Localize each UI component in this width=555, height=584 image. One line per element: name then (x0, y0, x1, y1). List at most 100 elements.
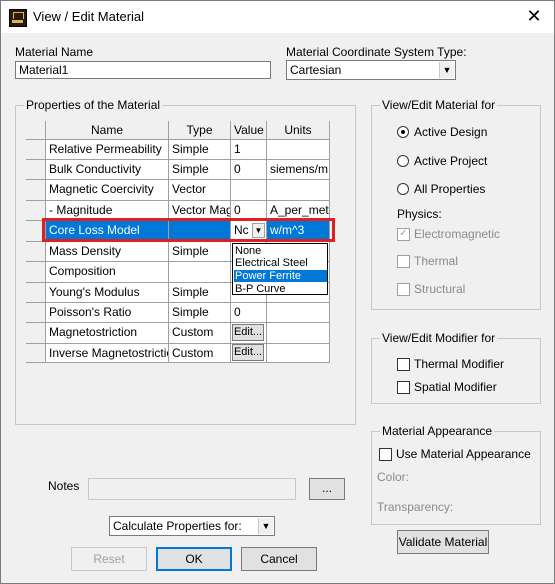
property-type[interactable]: Custom (169, 344, 231, 363)
col-header-type: Type (169, 121, 231, 140)
row-header[interactable] (26, 323, 46, 344)
property-value-cell: Edit... (231, 323, 267, 344)
ok-button[interactable]: OK (156, 547, 232, 571)
properties-group-title: Properties of the Material (24, 98, 163, 112)
notes-input[interactable] (88, 478, 296, 500)
property-type[interactable]: Simple (169, 303, 231, 323)
calculate-properties-select[interactable]: Calculate Properties for: ▼ (109, 516, 275, 536)
transparency-label: Transparency: (377, 500, 454, 514)
reset-button[interactable]: Reset (71, 547, 147, 571)
window-title: View / Edit Material (33, 9, 145, 24)
dropdown-option-bp-curve[interactable]: B-P Curve (234, 283, 327, 295)
dropdown-option-power-ferrite[interactable]: Power Ferrite (234, 270, 327, 282)
appearance-group-title: Material Appearance (380, 424, 495, 438)
col-header-value: Value (231, 121, 267, 140)
col-header-name: Name (46, 121, 169, 140)
checkbox-label-spatial-modifier: Spatial Modifier (414, 380, 497, 394)
radio-label-active-design: Active Design (414, 125, 488, 139)
material-name-label: Material Name (15, 45, 94, 59)
row-header[interactable] (26, 242, 46, 262)
checkbox-electromagnetic[interactable]: ✓ (397, 228, 410, 241)
radio-active-design[interactable] (397, 126, 409, 138)
property-value[interactable] (231, 180, 267, 201)
close-button[interactable]: ✕ (522, 5, 546, 27)
cancel-button[interactable]: Cancel (241, 547, 317, 571)
property-type[interactable]: Custom (169, 323, 231, 344)
property-value[interactable]: 0 (231, 160, 267, 180)
modifier-group: View/Edit Modifier for (371, 331, 541, 404)
magnetostriction-edit-button[interactable]: Edit... (232, 324, 264, 341)
view-edit-for-title: View/Edit Material for (380, 98, 498, 112)
property-name: Poisson's Ratio (46, 303, 169, 323)
radio-label-active-project: Active Project (414, 154, 488, 168)
material-name-input[interactable]: Material1 (15, 61, 271, 79)
property-type[interactable] (169, 262, 231, 283)
radio-label-all-properties: All Properties (414, 182, 486, 196)
property-units[interactable] (267, 180, 330, 201)
property-type[interactable]: Simple (169, 283, 231, 303)
dialog-window: View / Edit Material ✕ Material Name Mat… (0, 0, 555, 584)
checkbox-label-electromagnetic: Electromagnetic (414, 227, 501, 241)
property-units[interactable] (267, 344, 330, 363)
property-value-cell: Edit... (231, 344, 267, 363)
row-header[interactable] (26, 344, 46, 363)
row-header[interactable] (26, 303, 46, 323)
validate-material-button[interactable]: Validate Material (397, 530, 489, 554)
property-name: Young's Modulus (46, 283, 169, 303)
checkbox-label-thermal-modifier: Thermal Modifier (414, 357, 505, 371)
row-header[interactable] (26, 160, 46, 180)
checkbox-thermal-modifier[interactable] (397, 358, 410, 371)
dropdown-option-none[interactable]: None (234, 245, 327, 257)
core-loss-highlight-box (42, 218, 335, 242)
chevron-down-icon: ▼ (439, 62, 454, 78)
property-name: Magnetic Coercivity (46, 180, 169, 201)
radio-active-project[interactable] (397, 155, 409, 167)
property-type[interactable]: Simple (169, 160, 231, 180)
properties-table: Name Type Value Units Relative Permeabil… (26, 121, 330, 363)
property-units[interactable] (267, 303, 330, 323)
physics-label: Physics: (397, 207, 442, 221)
property-name: Mass Density (46, 242, 169, 262)
property-name: Bulk Conductivity (46, 160, 169, 180)
title-bar: View / Edit Material ✕ (1, 1, 554, 33)
property-type[interactable]: Simple (169, 242, 231, 262)
chevron-down-icon: ▼ (258, 518, 273, 534)
row-header[interactable] (26, 180, 46, 201)
property-name: Relative Permeability (46, 140, 169, 160)
coord-system-select[interactable]: Cartesian ▼ (286, 60, 456, 80)
checkbox-structural[interactable] (397, 283, 410, 296)
color-label: Color: (377, 470, 410, 484)
checkbox-spatial-modifier[interactable] (397, 381, 410, 394)
notes-label: Notes (48, 479, 80, 493)
row-header[interactable] (26, 140, 46, 160)
property-value[interactable]: 1 (231, 140, 267, 160)
checkbox-label-thermal: Thermal (414, 254, 459, 268)
property-value[interactable]: 0 (231, 303, 267, 323)
inverse-magnetostriction-edit-button[interactable]: Edit... (232, 344, 264, 361)
property-type[interactable]: Simple (169, 140, 231, 160)
property-units[interactable] (267, 140, 330, 160)
checkbox-label-use-appearance: Use Material Appearance (396, 447, 531, 461)
property-units[interactable]: siemens/m (267, 160, 330, 180)
notes-browse-button[interactable]: ... (309, 478, 345, 500)
property-name: Inverse Magnetostriction (46, 344, 169, 363)
row-header[interactable] (26, 262, 46, 283)
modifier-group-title: View/Edit Modifier for (380, 331, 498, 345)
radio-all-properties[interactable] (397, 183, 409, 195)
app-icon (9, 9, 27, 27)
core-loss-dropdown-list: None Electrical Steel Power Ferrite B-P … (232, 243, 328, 295)
dropdown-option-electrical-steel[interactable]: Electrical Steel (234, 257, 327, 269)
col-header-units: Units (267, 121, 330, 140)
coord-system-label: Material Coordinate System Type: (286, 45, 467, 59)
checkbox-use-appearance[interactable] (379, 448, 392, 461)
coord-system-value: Cartesian (290, 63, 342, 77)
calculate-properties-value: Calculate Properties for: (113, 519, 242, 533)
row-header[interactable] (26, 283, 46, 303)
checkbox-thermal[interactable] (397, 255, 410, 268)
property-name: Composition (46, 262, 169, 283)
property-units[interactable] (267, 323, 330, 344)
property-type[interactable]: Vector (169, 180, 231, 201)
corner-cell (26, 121, 46, 140)
checkbox-label-structural: Structural (414, 282, 466, 296)
property-name: Magnetostriction (46, 323, 169, 344)
